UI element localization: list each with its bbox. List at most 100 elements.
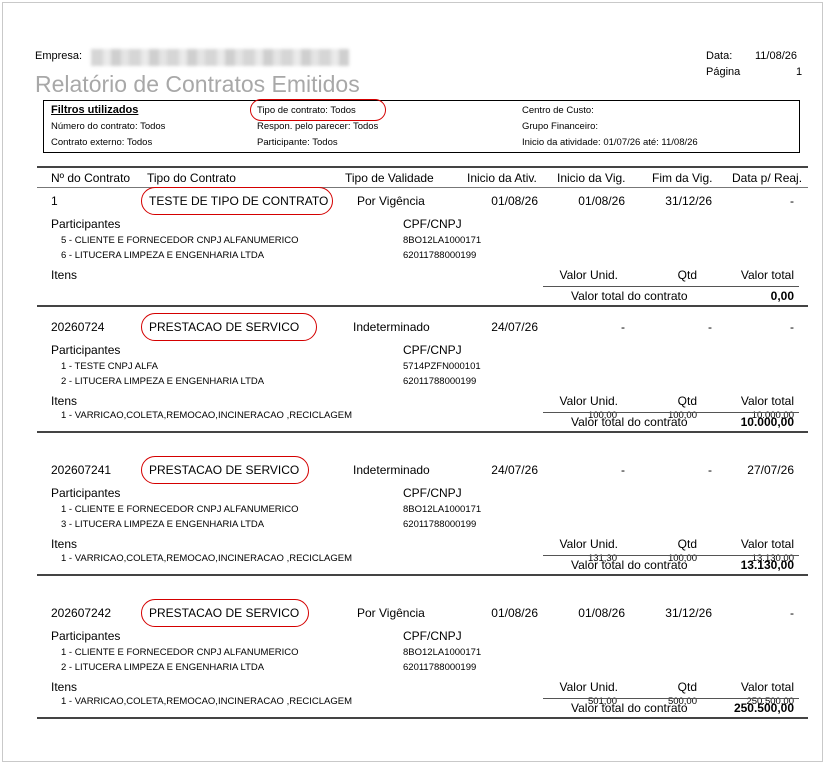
participants-label: Participantes <box>51 217 121 231</box>
readjust-date: 27/07/26 <box>747 463 794 477</box>
highlight-oval <box>250 99 386 121</box>
participant-doc: 5714PZFN000101 <box>403 361 481 372</box>
col-numero: Nº do Contrato <box>51 171 131 185</box>
validity-type: Indeterminado <box>353 320 430 334</box>
contract-total-value: 13.130,00 <box>740 558 794 572</box>
start-validity: 01/08/26 <box>578 606 625 620</box>
total-rule <box>543 555 799 556</box>
total-rule <box>543 412 799 413</box>
item-description: 1 - VARRICAO,COLETA,REMOCAO,INCINERACAO … <box>61 553 353 564</box>
total-rule <box>543 286 799 287</box>
participant-doc: 62011788000199 <box>403 519 477 530</box>
participant-name: 2 - LITUCERA LIMPEZA E ENGENHARIA LTDA <box>61 376 265 387</box>
qty-label: Qtd <box>677 537 697 551</box>
items-label: Itens <box>51 537 78 551</box>
filters-title: Filtros utilizados <box>51 104 139 116</box>
page-number: 1 <box>796 66 803 78</box>
participants-label: Participantes <box>51 343 121 357</box>
total-value-label: Valor total <box>740 268 794 282</box>
start-validity: 01/08/26 <box>578 194 625 208</box>
item-description: 1 - VARRICAO,COLETA,REMOCAO,INCINERACAO … <box>61 410 353 421</box>
qty-label: Qtd <box>677 268 697 282</box>
report-page: Empresa: Data: 11/08/26 Página 1 Relatór… <box>2 2 823 762</box>
participant-doc: 62011788000199 <box>403 250 477 261</box>
filter-centro-custo: Centro de Custo: <box>522 105 594 116</box>
qty-label: Qtd <box>677 394 697 408</box>
unit-value-label: Valor Unid. <box>559 680 618 694</box>
start-activity: 01/08/26 <box>491 194 538 208</box>
readjust-date: - <box>790 320 794 334</box>
participant-doc: 62011788000199 <box>403 662 477 673</box>
participant-name: 1 - CLIENTE E FORNECEDOR CNPJ ALFANUMERI… <box>61 647 299 658</box>
participant-name: 6 - LITUCERA LIMPEZA E ENGENHARIA LTDA <box>61 250 265 261</box>
filter-participante: Participante: Todos <box>257 137 338 148</box>
participant-name: 2 - LITUCERA LIMPEZA E ENGENHARIA LTDA <box>61 662 265 673</box>
cpf-cnpj-label: CPF/CNPJ <box>403 629 462 643</box>
end-validity: - <box>708 463 712 477</box>
contract-separator <box>37 717 808 719</box>
col-inicio-ativ: Inicio da Ativ. <box>467 171 537 185</box>
contract-separator <box>37 305 808 307</box>
total-value-label: Valor total <box>740 680 794 694</box>
end-validity: 31/12/26 <box>665 606 712 620</box>
date-value: 11/08/26 <box>755 50 798 62</box>
col-data-reaj: Data p/ Reaj. <box>732 171 803 185</box>
unit-value-label: Valor Unid. <box>559 268 618 282</box>
contract-total-value: 0,00 <box>770 289 794 303</box>
highlight-oval <box>141 313 317 341</box>
contract-total-label: Valor total do contrato <box>571 415 688 429</box>
start-activity: 24/07/26 <box>491 320 538 334</box>
participant-name: 5 - CLIENTE E FORNECEDOR CNPJ ALFANUMERI… <box>61 235 299 246</box>
date-label: Data: <box>706 50 733 62</box>
contract-total-value: 250.500,00 <box>733 701 794 715</box>
contract-total-label: Valor total do contrato <box>571 289 688 303</box>
header-rule <box>37 166 808 168</box>
cpf-cnpj-label: CPF/CNPJ <box>403 343 462 357</box>
report-title: Relatório de Contratos Emitidos <box>35 71 360 97</box>
validity-type: Indeterminado <box>353 463 430 477</box>
total-value-label: Valor total <box>740 537 794 551</box>
total-rule <box>543 698 799 699</box>
participant-doc: 62011788000199 <box>403 376 477 387</box>
readjust-date: - <box>790 194 794 208</box>
participants-label: Participantes <box>51 486 121 500</box>
contract-number: 202607242 <box>51 606 112 620</box>
contract-number: 1 <box>51 194 58 208</box>
contract-separator <box>37 431 808 433</box>
filter-contrato-externo: Contrato externo: Todos <box>51 137 153 148</box>
participants-label: Participantes <box>51 629 121 643</box>
highlight-oval <box>141 599 309 627</box>
total-value-label: Valor total <box>740 394 794 408</box>
empresa-label: Empresa: <box>35 50 83 62</box>
col-validade: Tipo de Validade <box>345 171 434 185</box>
validity-type: Por Vigência <box>357 606 425 620</box>
contract-number: 20260724 <box>51 320 105 334</box>
items-label: Itens <box>51 268 78 282</box>
readjust-date: - <box>790 606 794 620</box>
contract-total-label: Valor total do contrato <box>571 558 688 572</box>
items-label: Itens <box>51 394 78 408</box>
filter-respon: Respon. pelo parecer: Todos <box>257 121 379 132</box>
col-tipo: Tipo do Contrato <box>147 171 236 185</box>
participant-name: 1 - CLIENTE E FORNECEDOR CNPJ ALFANUMERI… <box>61 504 299 515</box>
filter-inicio-atividade: Inicio da atividade: 01/07/26 até: 11/08… <box>522 137 698 148</box>
participant-name: 1 - TESTE CNPJ ALFA <box>61 361 158 372</box>
contract-separator <box>37 574 808 576</box>
redacted-company-name <box>91 49 349 66</box>
col-fim-vig: Fim da Vig. <box>652 171 713 185</box>
start-activity: 01/08/26 <box>491 606 538 620</box>
item-description: 1 - VARRICAO,COLETA,REMOCAO,INCINERACAO … <box>61 696 353 707</box>
filter-numero-contrato: Número do contrato: Todos <box>51 121 166 132</box>
filter-grupo-financeiro: Grupo Financeiro: <box>522 121 599 132</box>
start-activity: 24/07/26 <box>491 463 538 477</box>
unit-value-label: Valor Unid. <box>559 394 618 408</box>
highlight-oval <box>141 187 333 215</box>
unit-value-label: Valor Unid. <box>559 537 618 551</box>
contract-total-label: Valor total do contrato <box>571 701 688 715</box>
contract-number: 202607241 <box>51 463 112 477</box>
participant-doc: 8BO12LA1000171 <box>403 647 482 658</box>
end-validity: - <box>708 320 712 334</box>
cpf-cnpj-label: CPF/CNPJ <box>403 486 462 500</box>
participant-doc: 8BO12LA1000171 <box>403 235 482 246</box>
items-label: Itens <box>51 680 78 694</box>
